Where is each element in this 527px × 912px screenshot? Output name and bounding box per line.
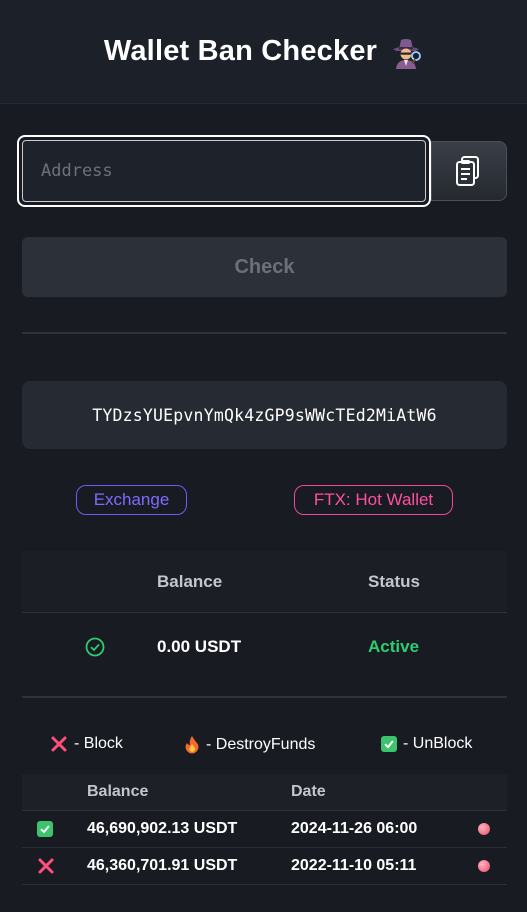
table-row: 46,360,701.91 USDT 2022-11-10 05:11	[22, 848, 507, 885]
history-balance: 46,360,701.91 USDT	[87, 857, 238, 874]
result-address: TYDzsYUEpvnYmQk4zGP9sWWcTEd2MiAtW6	[22, 381, 507, 449]
paste-button[interactable]	[431, 141, 507, 201]
history-balance: 46,690,902.13 USDT	[87, 820, 238, 837]
legend-destroy-funds: - DestroyFunds	[184, 735, 315, 754]
circle-check-icon	[84, 613, 106, 681]
history-balance-header: Balance	[87, 783, 149, 800]
divider	[22, 332, 507, 334]
page-title: Wallet Ban Checker	[104, 35, 423, 69]
divider	[22, 696, 507, 698]
history-date: 2024-11-26 06:00	[291, 820, 418, 837]
address-input-focus-ring	[17, 135, 431, 207]
title-text: Wallet Ban Checker	[103, 35, 378, 67]
balance-header: Balance	[157, 571, 223, 591]
check-box-icon	[37, 821, 53, 837]
tag-ftx-hot-wallet: FTX: Hot Wallet	[294, 485, 453, 515]
table-row: 46,690,902.13 USDT 2024-11-26 06:00	[22, 811, 507, 848]
status-header: Status	[368, 571, 420, 591]
spy-icon	[393, 38, 422, 69]
history-table: Balance Date 46,690,902.13 USDT 2024-11-…	[22, 774, 507, 885]
legend-block-label: - Block	[74, 735, 123, 752]
status-dot-icon	[478, 811, 490, 847]
balance-value: 0.00 USDT	[157, 637, 242, 656]
clipboard-icon	[456, 156, 479, 186]
fire-icon	[185, 736, 199, 754]
history-date: 2022-11-10 05:11	[291, 857, 417, 874]
legend-unblock: - UnBlock	[381, 735, 472, 753]
tag-exchange: Exchange	[76, 485, 187, 515]
x-icon	[51, 736, 67, 752]
app-header: Wallet Ban Checker	[0, 0, 527, 104]
check-box-icon	[381, 736, 397, 752]
status-table-header: Balance Status	[22, 551, 507, 613]
x-icon	[38, 858, 54, 874]
legend-unblock-label: - UnBlock	[403, 735, 473, 752]
status-dot-icon	[478, 848, 490, 884]
legend-destroy-funds-label: - DestroyFunds	[206, 735, 316, 753]
status-table-row: 0.00 USDT Active	[22, 613, 507, 681]
history-table-header: Balance Date	[22, 774, 507, 811]
address-input[interactable]	[22, 140, 426, 202]
status-table: Balance Status 0.00 USDT Active	[22, 551, 507, 681]
legend-block: - Block	[50, 735, 123, 753]
history-date-header: Date	[291, 783, 326, 800]
status-value: Active	[368, 637, 420, 656]
check-button[interactable]: Check	[22, 237, 507, 297]
